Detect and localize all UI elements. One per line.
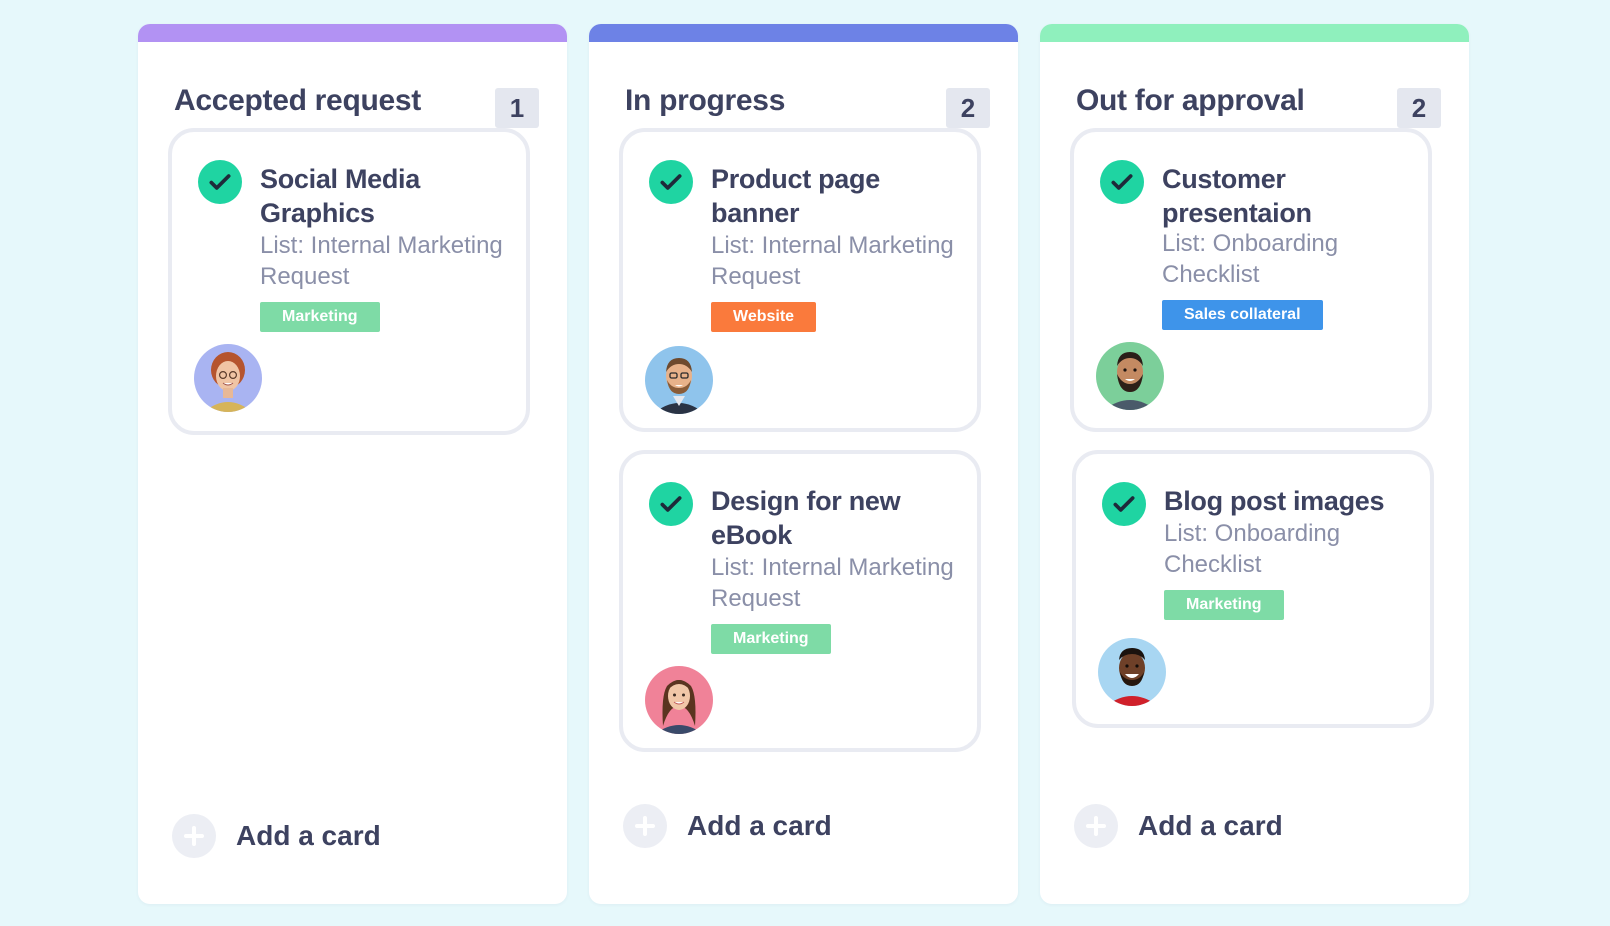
check-icon[interactable] — [1100, 160, 1144, 204]
card-list-name: List: Internal Marketing Request — [711, 554, 954, 612]
card-count-badge: 2 — [946, 88, 990, 128]
card-list-name: List: Onboarding Checklist — [1162, 230, 1339, 288]
card-count-badge: 1 — [495, 88, 539, 128]
task-card[interactable]: Customer presentaion List: Onboarding Ch… — [1070, 128, 1432, 432]
column-accent-bar — [138, 24, 567, 42]
card-count-badge: 2 — [1397, 88, 1441, 128]
check-icon[interactable] — [649, 160, 693, 204]
check-icon[interactable] — [1102, 482, 1146, 526]
plus-icon — [623, 804, 667, 848]
column-accent-bar — [589, 24, 1018, 42]
column-header: In progress 2 — [625, 84, 990, 128]
plus-icon — [1074, 804, 1118, 848]
tag-badge[interactable]: Website — [711, 302, 817, 332]
card-title: Product page banner — [711, 164, 880, 228]
card-list-name: List: Onboarding Checklist — [1164, 520, 1341, 578]
column-in-progress: In progress 2 Product page banner List: … — [589, 24, 1018, 904]
card-list-name: List: Internal Marketing Request — [711, 232, 954, 290]
card-title: Design for new eBook — [711, 486, 901, 550]
add-card-button[interactable]: Add a card — [172, 813, 381, 859]
tag-badge[interactable]: Sales collateral — [1162, 300, 1323, 330]
add-card-button[interactable]: Add a card — [623, 803, 832, 849]
column-out-for-approval: Out for approval 2 Customer presentaion … — [1040, 24, 1469, 904]
column-title: In progress — [625, 84, 786, 117]
tag-badge[interactable]: Marketing — [1164, 590, 1284, 620]
task-card[interactable]: Design for new eBook List: Internal Mark… — [619, 450, 981, 752]
column-header: Accepted request 1 — [174, 84, 539, 128]
tag-badge[interactable]: Marketing — [711, 624, 831, 654]
check-icon[interactable] — [649, 482, 693, 526]
check-icon[interactable] — [198, 160, 242, 204]
card-title: Customer presentaion — [1162, 164, 1312, 228]
task-card[interactable]: Product page banner List: Internal Marke… — [619, 128, 981, 432]
avatar-woman-brown-hair[interactable] — [645, 666, 713, 734]
column-accepted-request: Accepted request 1 Social Media Graphics… — [138, 24, 567, 904]
column-header: Out for approval 2 — [1076, 84, 1441, 128]
column-title: Out for approval — [1076, 84, 1305, 117]
task-card[interactable]: Blog post images List: Onboarding Checkl… — [1072, 450, 1434, 728]
add-card-label: Add a card — [1138, 810, 1283, 841]
tag-badge[interactable]: Marketing — [260, 302, 380, 332]
add-card-button[interactable]: Add a card — [1074, 803, 1283, 849]
card-list-name: List: Internal Marketing Request — [260, 232, 503, 290]
avatar-man-smiling[interactable] — [1098, 638, 1166, 706]
column-title: Accepted request — [174, 84, 421, 117]
add-card-label: Add a card — [236, 820, 381, 851]
column-accent-bar — [1040, 24, 1469, 42]
card-title: Social Media Graphics — [260, 164, 420, 228]
avatar-woman-red-hair[interactable] — [194, 344, 262, 412]
card-title: Blog post images — [1164, 486, 1385, 516]
avatar-man-glasses[interactable] — [645, 346, 713, 414]
add-card-label: Add a card — [687, 810, 832, 841]
avatar-man-beard[interactable] — [1096, 342, 1164, 410]
plus-icon — [172, 814, 216, 858]
task-card[interactable]: Social Media Graphics List: Internal Mar… — [168, 128, 530, 435]
